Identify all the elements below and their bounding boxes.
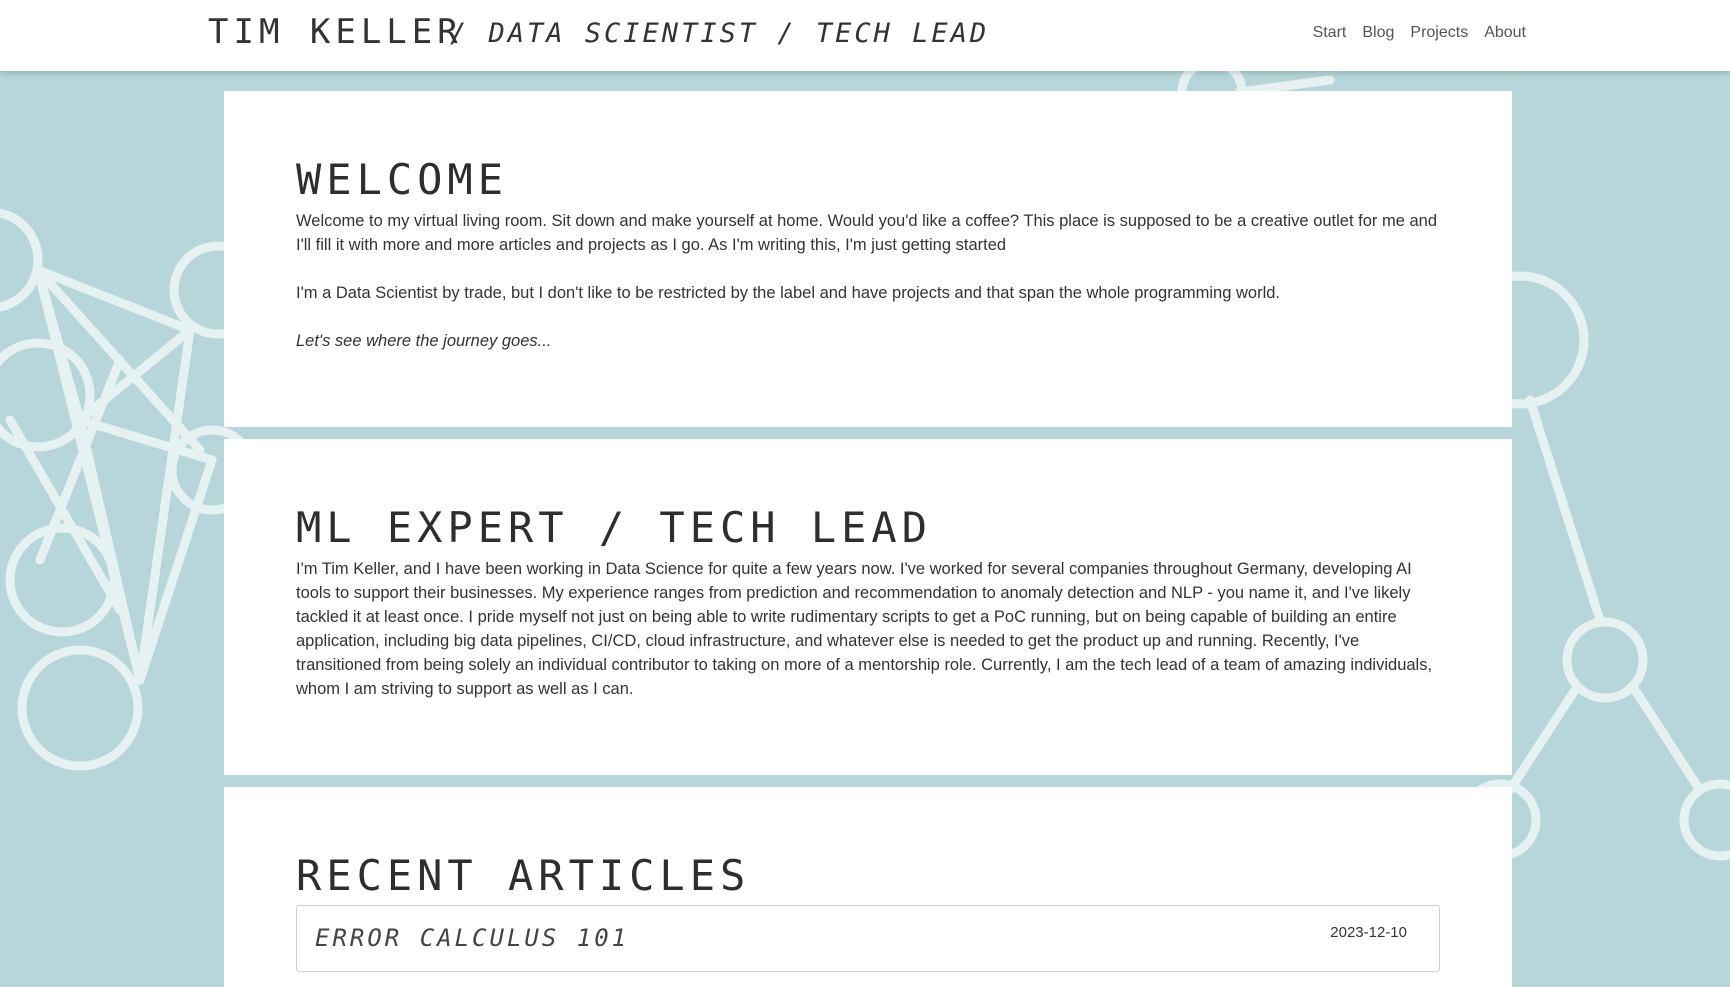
recent-articles-section: RECENT ARTICLES ERROR CALCULUS 101 2023-… <box>224 787 1512 987</box>
expert-paragraph: I'm Tim Keller, and I have been working … <box>296 560 1433 698</box>
nav-link-start[interactable]: Start <box>1313 24 1347 42</box>
welcome-section: WELCOME Welcome to my virtual living roo… <box>224 91 1512 427</box>
site-brand[interactable]: TIM KELLER <box>208 12 463 52</box>
welcome-title: WELCOME <box>296 155 509 204</box>
site-tagline: / DATA SCIENTIST / TECH LEAD <box>450 18 990 49</box>
top-navbar: TIM KELLER / DATA SCIENTIST / TECH LEAD … <box>0 0 1730 71</box>
nav-link-projects[interactable]: Projects <box>1410 24 1468 42</box>
expert-title: ML EXPERT / TECH LEAD <box>296 503 933 552</box>
nav-link-about[interactable]: About <box>1484 24 1526 42</box>
welcome-paragraph-3: Let's see where the journey goes... <box>296 332 552 350</box>
recent-articles-title: RECENT ARTICLES <box>296 851 751 900</box>
welcome-paragraph-1: Welcome to my virtual living room. Sit d… <box>296 212 1438 254</box>
article-list-item[interactable]: ERROR CALCULUS 101 2023-12-10 <box>296 905 1440 972</box>
welcome-paragraph-2: I'm a Data Scientist by trade, but I don… <box>296 284 1281 302</box>
article-date: 2023-12-10 <box>1330 924 1407 941</box>
main-nav: Start Blog Projects About <box>1313 24 1526 42</box>
main-content: WELCOME Welcome to my virtual living roo… <box>224 91 1512 987</box>
expert-section: ML EXPERT / TECH LEAD I'm Tim Keller, an… <box>224 439 1512 775</box>
article-title[interactable]: ERROR CALCULUS 101 <box>315 924 629 952</box>
nav-link-blog[interactable]: Blog <box>1362 24 1394 42</box>
